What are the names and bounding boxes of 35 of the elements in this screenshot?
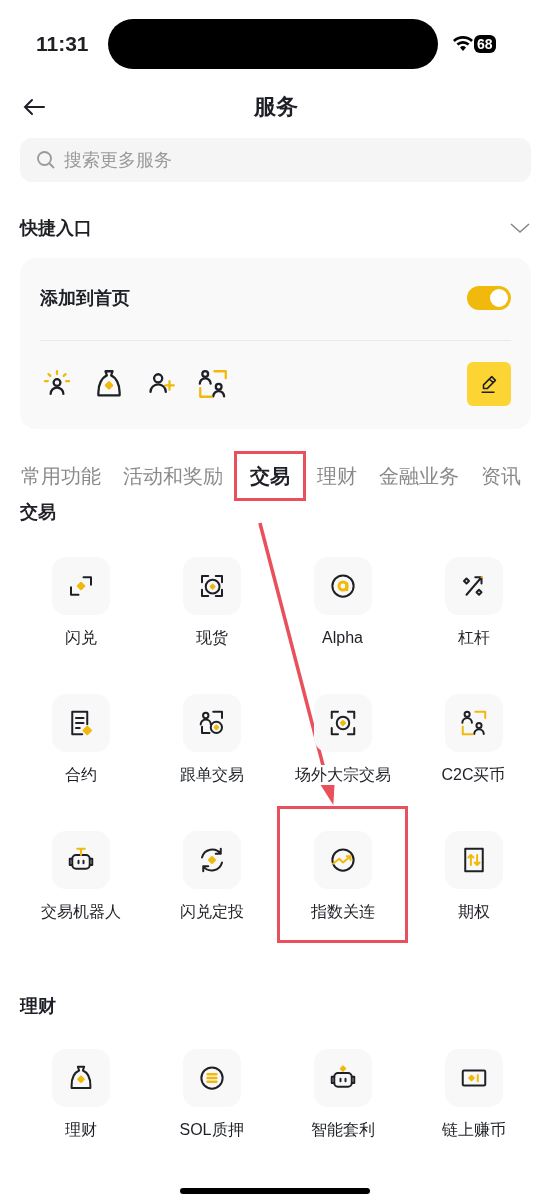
category-tab[interactable]: 活动和奖励 [112,451,234,501]
chevron-down-icon[interactable] [509,221,531,235]
service-item[interactable]: 现货 [146,532,277,669]
service-item[interactable]: 指数关连 [277,806,408,943]
toggle-label: 添加到首页 [40,287,130,310]
service-item[interactable]: 跟单交易 [146,669,277,806]
category-tab[interactable]: 常用功能 [10,451,112,501]
edit-button[interactable] [467,362,511,406]
search-icon [36,150,56,170]
search-field[interactable]: 搜索更多服务 [20,138,531,182]
page-title: 服务 [253,93,298,121]
battery-level: 68 [474,35,496,53]
people-icon [458,708,489,738]
section-title: 理财 [18,995,57,1017]
clock: 11:31 [36,32,90,56]
service-item[interactable]: C2C买币 [408,669,539,806]
service-item[interactable]: 智能套利 [277,1024,408,1161]
service-item[interactable]: 合约 [15,669,146,806]
service-item[interactable]: Alpha [277,532,408,669]
service-item[interactable]: 场外大宗交易 [277,669,408,806]
wifi-icon [452,36,474,52]
service-item[interactable]: 杠杆 [408,532,539,669]
category-tab[interactable]: 交易 [234,451,306,501]
section-title: 交易 [19,501,57,523]
toggle-switch[interactable] [467,286,511,310]
section-title: 快捷入口 [20,217,92,240]
service-item[interactable]: 链上赚币 [408,1024,539,1161]
people-icon [196,367,230,401]
service-item[interactable]: 交易机器人 [15,806,146,943]
service-item[interactable]: 理财 [15,1024,146,1161]
service-item[interactable]: 闪兑定投 [146,806,277,943]
service-item[interactable]: SOL质押 [146,1024,277,1161]
category-tab[interactable]: 金融业务 [368,451,470,501]
service-item[interactable]: 闪兑 [15,532,146,669]
service-item[interactable]: 期权 [408,806,539,943]
